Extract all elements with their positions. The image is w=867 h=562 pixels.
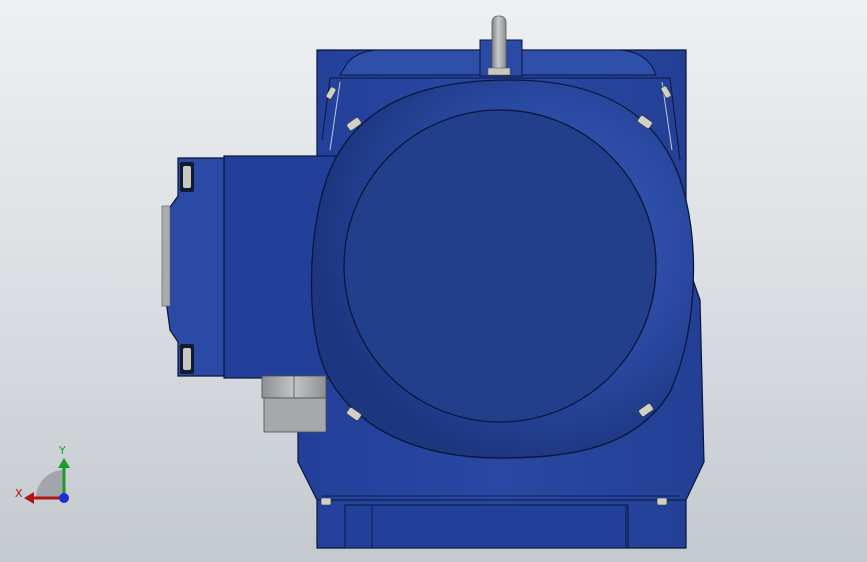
triad-arc: [36, 470, 64, 498]
y-axis-label: Y: [58, 444, 66, 457]
round-cover: [310, 79, 695, 459]
cad-viewport[interactable]: Y X: [0, 0, 867, 562]
x-axis-label: X: [15, 487, 23, 500]
motor-adapter: [161, 155, 337, 379]
output-shaft: [479, 15, 523, 77]
drain-plug: [261, 375, 327, 433]
axis-triad: Y X: [15, 444, 70, 504]
z-axis-dot: [59, 493, 69, 503]
gearbox-model[interactable]: Y X: [0, 0, 867, 562]
